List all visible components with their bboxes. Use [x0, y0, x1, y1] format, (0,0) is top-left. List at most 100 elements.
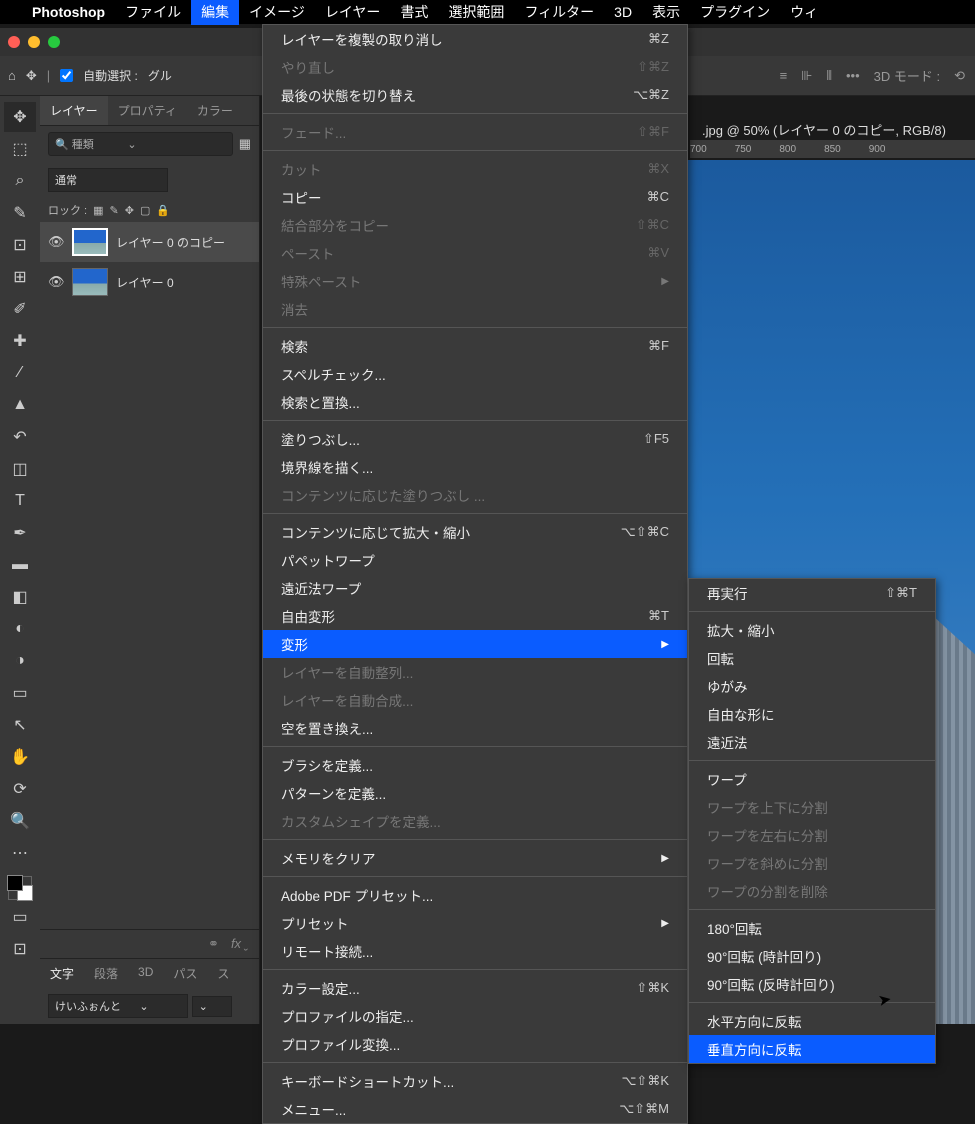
menu-item[interactable]: メニュー...⌥⇧⌘M [263, 1095, 687, 1123]
menu-item[interactable]: カラー設定...⇧⌘K [263, 974, 687, 1002]
crop-tool[interactable]: ⊡ [4, 230, 36, 260]
distribute-icon[interactable]: ⊪ [801, 68, 812, 84]
menu-item[interactable]: キーボードショートカット...⌥⇧⌘K [263, 1067, 687, 1095]
menu-window[interactable]: ウィ [780, 0, 828, 25]
menu-item[interactable]: 検索と置換... [263, 388, 687, 416]
color-swatch[interactable] [8, 876, 32, 900]
menu-item[interactable]: プリセット▶ [263, 909, 687, 937]
more-tools[interactable]: ⋯ [4, 838, 36, 868]
dodge-tool[interactable]: ◑ [4, 646, 36, 676]
lasso-tool[interactable]: ⌕ [4, 166, 36, 196]
lock-brush-icon[interactable]: ✎ [110, 204, 119, 217]
menu-item[interactable]: 空を置き換え... [263, 714, 687, 742]
home-icon[interactable]: ⌂ [8, 68, 16, 83]
path-tool[interactable]: ▭ [4, 678, 36, 708]
menu-item[interactable]: 垂直方向に反転 [689, 1035, 935, 1063]
menu-item[interactable]: 自由な形に [689, 700, 935, 728]
marquee-tool[interactable]: ⬚ [4, 134, 36, 164]
menu-item[interactable]: 自由変形⌘T [263, 602, 687, 630]
menu-edit[interactable]: 編集 [191, 0, 239, 25]
layer-name[interactable]: レイヤー 0 のコピー [116, 234, 225, 251]
screenmode-icon[interactable]: ⊡ [4, 934, 36, 964]
tab-s[interactable]: ス [207, 959, 239, 988]
autoselect-value[interactable]: グル [148, 67, 172, 84]
hand-tool[interactable]: ✋ [4, 742, 36, 772]
tab-3d[interactable]: 3D [128, 959, 163, 988]
type-tool[interactable]: T [4, 486, 36, 516]
menu-item[interactable]: 回転 [689, 644, 935, 672]
visibility-icon[interactable]: 👁 [48, 274, 64, 290]
ruler-tool[interactable]: ▬ [4, 550, 36, 580]
more-icon[interactable]: ••• [846, 68, 860, 83]
heal-tool[interactable]: ✚ [4, 326, 36, 356]
menu-item[interactable]: メモリをクリア▶ [263, 844, 687, 872]
menu-item[interactable]: ゆがみ [689, 672, 935, 700]
menu-item[interactable]: ワープ [689, 765, 935, 793]
close-icon[interactable] [8, 36, 20, 48]
lock-all-icon[interactable]: 🔒 [156, 204, 170, 217]
document-tab[interactable]: .jpg @ 50% (レイヤー 0 のコピー, RGB/8) [692, 116, 956, 143]
menu-item[interactable]: 再実行⇧⌘T [689, 579, 935, 607]
tab-layers[interactable]: レイヤー [40, 96, 108, 125]
link-icon[interactable]: ⚭ [208, 936, 219, 952]
eraser-tool[interactable]: ◫ [4, 454, 36, 484]
tab-para[interactable]: 段落 [84, 959, 128, 988]
menu-item[interactable]: 検索⌘F [263, 332, 687, 360]
menu-item[interactable]: 水平方向に反転 [689, 1007, 935, 1035]
rotate-tool[interactable]: ⟳ [4, 774, 36, 804]
move-tool[interactable]: ✥ [4, 102, 36, 132]
menu-item[interactable]: コピー⌘C [263, 183, 687, 211]
layer-search[interactable]: 🔍 種類 ⌄ [48, 132, 233, 156]
menu-item[interactable]: ブラシを定義... [263, 751, 687, 779]
menu-item[interactable]: 90°回転 (時計回り) [689, 942, 935, 970]
align-icon[interactable]: ≡ [780, 68, 788, 83]
move-tool-icon[interactable]: ✥ [26, 68, 37, 84]
menu-file[interactable]: ファイル [115, 0, 191, 25]
visibility-icon[interactable]: 👁 [48, 234, 64, 250]
orbit-icon[interactable]: ⟲ [954, 68, 965, 84]
menu-item[interactable]: Adobe PDF プリセット... [263, 881, 687, 909]
layer-row[interactable]: 👁 レイヤー 0 のコピー [40, 222, 259, 262]
menu-3d[interactable]: 3D [604, 1, 642, 23]
menu-item[interactable]: 拡大・縮小 [689, 616, 935, 644]
menu-item[interactable]: レイヤーを複製の取り消し⌘Z [263, 25, 687, 53]
blur-tool[interactable]: ◐ [4, 614, 36, 644]
minimize-icon[interactable] [28, 36, 40, 48]
history-tool[interactable]: ↶ [4, 422, 36, 452]
quickmask-icon[interactable]: ▭ [4, 902, 36, 932]
menu-item[interactable]: コンテンツに応じて拡大・縮小⌥⇧⌘C [263, 518, 687, 546]
menu-item[interactable]: リモート接続... [263, 937, 687, 965]
menu-select[interactable]: 選択範囲 [438, 0, 514, 25]
filter-icon[interactable]: ▦ [239, 136, 251, 152]
stamp-tool[interactable]: ▲ [4, 390, 36, 420]
eyedropper-tool[interactable]: ✐ [4, 294, 36, 324]
lock-position-icon[interactable]: ✥ [125, 204, 134, 217]
menu-view[interactable]: 表示 [642, 0, 690, 25]
brush-tool[interactable]: ⁄ [4, 358, 36, 388]
font-select[interactable]: けいふぉんと ⌄ [48, 994, 188, 1018]
layer-name[interactable]: レイヤー 0 [116, 274, 174, 291]
gradient-tool[interactable]: ◧ [4, 582, 36, 612]
menu-item[interactable]: 遠近法ワープ [263, 574, 687, 602]
arrow-tool[interactable]: ↖ [4, 710, 36, 740]
menu-item[interactable]: 90°回転 (反時計回り) [689, 970, 935, 998]
tab-path[interactable]: パス [163, 959, 207, 988]
menu-item[interactable]: パターンを定義... [263, 779, 687, 807]
menu-type[interactable]: 書式 [390, 0, 438, 25]
menu-item[interactable]: 変形▶ [263, 630, 687, 658]
menu-item[interactable]: 塗りつぶし...⇧F5 [263, 425, 687, 453]
lock-artboard-icon[interactable]: ▢ [140, 204, 150, 217]
tab-color[interactable]: カラー [187, 96, 243, 125]
tab-char[interactable]: 文字 [40, 959, 84, 988]
wand-tool[interactable]: ✎ [4, 198, 36, 228]
menu-plugin[interactable]: プラグイン [690, 0, 780, 25]
align-icon2[interactable]: ⫴ [827, 68, 832, 84]
app-name[interactable]: Photoshop [22, 1, 115, 23]
lock-pixels-icon[interactable]: ▦ [93, 204, 103, 217]
tab-properties[interactable]: プロパティ [108, 96, 187, 125]
menu-item[interactable]: 境界線を描く... [263, 453, 687, 481]
frame-tool[interactable]: ⊞ [4, 262, 36, 292]
layer-row[interactable]: 👁 レイヤー 0 [40, 262, 259, 302]
pen-tool[interactable]: ✒ [4, 518, 36, 548]
menu-image[interactable]: イメージ [239, 0, 315, 25]
